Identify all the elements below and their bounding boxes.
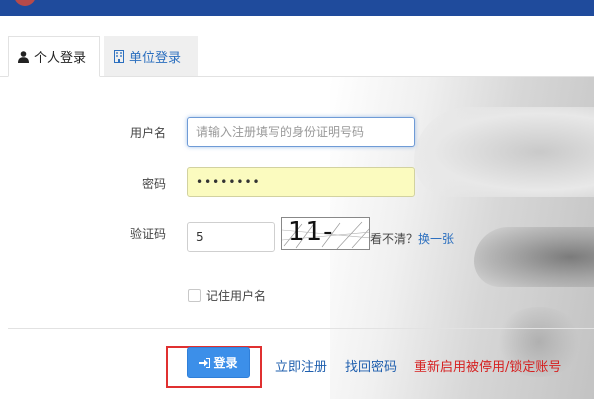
remember-username-checkbox[interactable] [188, 289, 201, 302]
password-input[interactable] [187, 167, 415, 197]
login-tabs: 个人登录 单位登录 [0, 36, 594, 77]
find-password-link[interactable]: 找回密码 [345, 356, 397, 375]
username-input[interactable] [187, 117, 415, 147]
login-button[interactable]: 登录 [187, 347, 250, 378]
captcha-label: 验证码 [129, 227, 166, 241]
top-header-bar [0, 0, 594, 16]
site-logo [14, 0, 36, 6]
tab-personal-login[interactable]: 个人登录 [8, 36, 100, 77]
tab-unit-label: 单位登录 [129, 50, 182, 66]
tab-personal-label: 个人登录 [34, 51, 87, 66]
captcha-image[interactable]: 11-6= [281, 217, 370, 250]
remember-username-label: 记住用户名 [206, 289, 267, 303]
captcha-input[interactable] [187, 222, 275, 252]
login-button-label: 登录 [213, 356, 238, 370]
building-icon [114, 49, 124, 63]
user-icon [18, 50, 29, 63]
username-label: 用户名 [129, 126, 166, 140]
tab-unit-login[interactable]: 单位登录 [104, 36, 198, 76]
captcha-image-text: 11-6= [288, 217, 334, 249]
captcha-hint: 看不清？ [370, 232, 419, 246]
sign-in-icon [199, 357, 211, 368]
form-divider [8, 328, 594, 329]
password-label: 密码 [141, 177, 166, 191]
reenable-account-link[interactable]: 重新启用被停用/锁定账号 [414, 356, 561, 375]
register-link[interactable]: 立即注册 [275, 356, 327, 375]
captcha-refresh-link[interactable]: 换一张 [418, 230, 454, 247]
